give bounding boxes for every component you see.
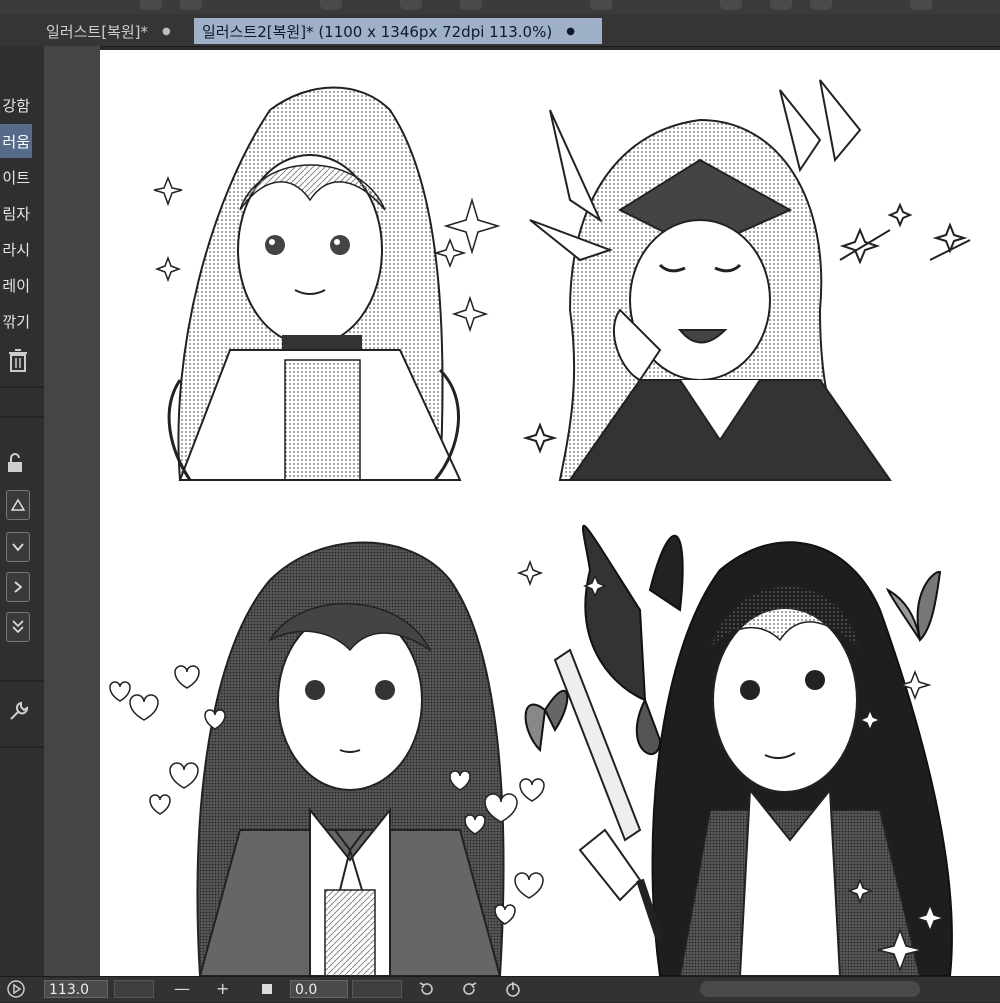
tab-illustration2[interactable]: 일러스트2[복원]* (1100 x 1346px 72dpi 113.0%) … <box>194 18 602 44</box>
brush-item[interactable]: 레이 <box>0 268 32 302</box>
toolbar-icon[interactable] <box>810 0 832 10</box>
panel-divider <box>0 680 44 682</box>
brush-item[interactable]: 라시 <box>0 232 32 266</box>
brush-item-selected[interactable]: 러움 <box>0 124 32 158</box>
brush-item[interactable]: 깎기 <box>0 304 32 338</box>
brush-item[interactable]: 강함 <box>0 88 32 122</box>
brush-item-label: 레이 <box>2 276 30 295</box>
rotate-right-icon[interactable] <box>460 980 478 998</box>
wrench-icon[interactable] <box>6 700 30 724</box>
canvas-gutter <box>44 46 100 976</box>
document-tab-bar: 일러스트[복원]* ● 일러스트2[복원]* (1100 x 1346px 72… <box>0 14 1000 47</box>
drawing-canvas[interactable] <box>100 50 1000 976</box>
zoom-in-button[interactable]: + <box>216 979 229 999</box>
toolbar-icon[interactable] <box>590 0 612 10</box>
lock-icon[interactable] <box>4 452 26 474</box>
brush-item-label: 라시 <box>2 240 30 259</box>
brush-item-label: 러움 <box>2 132 30 151</box>
rotation-input[interactable]: 0.0 <box>290 980 348 998</box>
brush-item-label: 강함 <box>2 96 30 115</box>
status-bar: 113.0 — + 0.0 <box>0 976 1000 1001</box>
toolbar-icon[interactable] <box>140 0 162 10</box>
left-tool-panel: 강함 러움 이트 림자 라시 레이 깎기 <box>0 46 45 976</box>
brush-item-label: 림자 <box>2 204 30 223</box>
toolbar-icon[interactable] <box>320 0 342 10</box>
chevron-right-icon[interactable] <box>6 572 30 602</box>
toolbar-icon[interactable] <box>460 0 482 10</box>
toolbar-icon[interactable] <box>180 0 202 10</box>
character-2-drawing <box>529 79 892 481</box>
panel-divider <box>0 746 44 748</box>
tab-label: 일러스트[복원]* <box>46 22 149 41</box>
horizontal-scrollbar[interactable] <box>700 981 920 997</box>
play-icon[interactable] <box>6 979 26 999</box>
tab-label: 일러스트2[복원]* (1100 x 1346px 72dpi 113.0%) <box>202 22 553 41</box>
brush-item[interactable]: 이트 <box>0 160 32 194</box>
rotate-left-icon[interactable] <box>418 980 436 998</box>
character-3-drawing <box>196 541 505 976</box>
character-1-drawing <box>167 86 462 481</box>
trash-icon[interactable] <box>6 348 30 374</box>
panel-divider <box>0 386 44 388</box>
tab-close-dot[interactable]: ● <box>566 26 575 37</box>
top-toolbar-strip <box>0 0 1000 15</box>
brush-item-label: 이트 <box>2 168 30 187</box>
brush-item[interactable]: 림자 <box>0 196 32 230</box>
rotation-thumbnail[interactable] <box>352 980 402 998</box>
brush-item-label: 깎기 <box>2 312 30 331</box>
chevron-down-icon[interactable] <box>6 532 30 562</box>
navigator-thumbnail[interactable] <box>114 980 154 998</box>
panel-divider <box>0 416 44 418</box>
reset-rotation-icon[interactable] <box>504 980 522 998</box>
zoom-level-input[interactable]: 113.0 <box>44 980 108 998</box>
toolbar-icon[interactable] <box>400 0 422 10</box>
fit-icon[interactable] <box>262 984 272 994</box>
zoom-out-button[interactable]: — <box>174 979 190 999</box>
tab-close-dot[interactable]: ● <box>162 26 171 37</box>
toolbar-icon[interactable] <box>720 0 742 10</box>
double-chevron-down-icon[interactable] <box>6 612 30 642</box>
toolbar-icon[interactable] <box>910 0 932 10</box>
tab-illustration[interactable]: 일러스트[복원]* ● <box>38 18 179 44</box>
toolbar-icon[interactable] <box>770 0 792 10</box>
triangle-up-icon[interactable] <box>6 490 30 520</box>
artwork <box>109 79 971 976</box>
